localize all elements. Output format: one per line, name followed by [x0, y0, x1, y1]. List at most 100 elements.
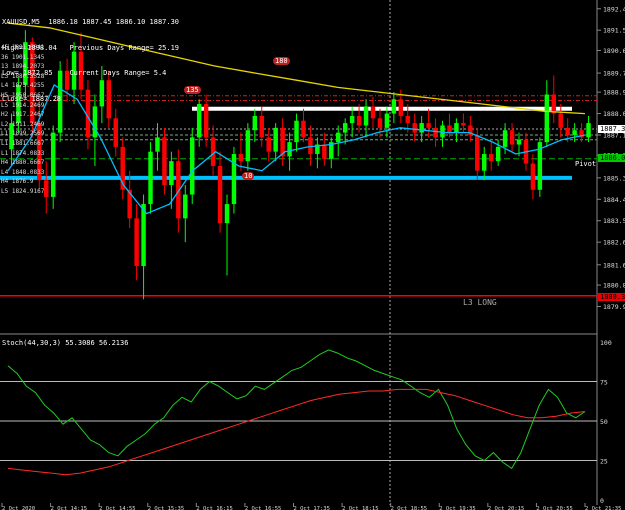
candle-body: [113, 118, 118, 147]
current-days-range: Current Days Range= 5.4: [69, 69, 167, 77]
candle-body: [336, 132, 341, 143]
candle-body: [44, 180, 49, 197]
candle-body: [530, 163, 536, 190]
candle-body: [245, 130, 251, 162]
red-price-tag: 1880.35: [598, 293, 625, 301]
candle-body: [586, 123, 591, 138]
current-price-tag: 1887.30: [598, 125, 625, 133]
candle-body: [141, 204, 146, 266]
prev-days-range: Previous Days Range= 25.19: [69, 43, 180, 52]
candle-body: [405, 115, 410, 124]
stoch-panel: 100 75 50 25 0: [0, 339, 612, 505]
candle-body: [509, 130, 515, 145]
candle-body: [482, 154, 487, 171]
candle-body: [259, 115, 264, 138]
candle-body: [169, 161, 174, 186]
candle-body: [565, 127, 570, 135]
left-level-item: L1 1874.0833: [1, 149, 45, 157]
marker-135: 135: [184, 86, 201, 94]
time-tick-label: 2 Oct 18:55: [391, 506, 427, 510]
time-tick-label: 2 Oct 20:15: [488, 506, 524, 510]
stoch-header: Stoch(44,30,3) 55.3086 56.2136: [2, 339, 129, 347]
green-price-tag: 1886.06: [598, 154, 625, 162]
left-level-item: L1 1881.6667: [1, 139, 45, 147]
symbol-ohlc: XAUUSD,M5 1886.18 1887.45 1886.10 1887.3…: [2, 18, 179, 27]
candle-body: [502, 130, 508, 147]
time-tick-label: 2 Oct 15:35: [148, 506, 184, 510]
pivot-label: Pivot: [575, 160, 597, 168]
left-level-item: L1 1899.2569: [1, 130, 45, 138]
candle-body: [558, 113, 563, 128]
candle-body: [447, 125, 452, 133]
stoch-main-line: [7, 349, 586, 470]
price-tick-label: 1879.90: [603, 303, 625, 311]
time-tick-label: 2 Oct 19:35: [439, 506, 475, 510]
candle-body: [349, 115, 355, 124]
left-level-item: L5 1824.9167: [1, 187, 45, 195]
candle-body: [301, 120, 306, 138]
left-level-item: L4 1848.0833: [1, 168, 45, 176]
candle-body: [572, 130, 577, 135]
candle-body: [551, 94, 556, 114]
candle-body: [363, 106, 369, 126]
candle-body: [266, 137, 271, 152]
candle-body: [148, 151, 153, 205]
candle-body: [308, 137, 313, 155]
candle-body: [224, 204, 230, 224]
price-tick-label: 1891.50: [603, 27, 625, 35]
candle-body: [238, 154, 244, 162]
candle-body: [398, 99, 404, 116]
candle-body: [342, 123, 348, 133]
price-tick-label: 1890.65: [603, 47, 625, 55]
candle-body: [162, 137, 167, 186]
stoch-axis-label: 50: [600, 418, 608, 426]
candle-body: [196, 104, 202, 138]
candle-body: [419, 123, 424, 133]
left-level-item: H4 1876.9: [1, 178, 34, 186]
candle-body: [273, 127, 278, 152]
time-tick-label: 2 Oct 2020: [2, 506, 35, 510]
left-level-item: 36 1901.1345: [1, 53, 45, 61]
time-tick-label: 2 Oct 14:55: [99, 506, 135, 510]
candle-body: [287, 142, 292, 157]
candle-body: [412, 123, 417, 133]
left-level-item: L3 1880.3528: [1, 72, 45, 80]
candle-body: [134, 218, 139, 266]
candle-body: [461, 123, 466, 126]
candle-body: [516, 139, 522, 145]
left-level-item: 13 1894.2073: [1, 63, 45, 71]
candle-body: [183, 194, 188, 219]
candle-body: [190, 137, 195, 195]
price-tick-label: 1880.80: [603, 282, 625, 290]
candle-body: [454, 123, 459, 133]
time-tick-label: 2 Oct 16:15: [196, 506, 232, 510]
candle-body: [377, 118, 383, 128]
candle-body: [384, 113, 390, 128]
left-level-item: H5 1950.0667: [1, 91, 45, 99]
candle-body: [433, 127, 438, 138]
left-level-item: L4 1873.4255: [1, 82, 45, 90]
stoch-axis-label: 0: [600, 497, 604, 505]
time-tick-label: 2 Oct 20:55: [536, 506, 572, 510]
l3-long-label: L3 LONG: [463, 298, 497, 307]
price-tick-label: 1888.90: [603, 89, 625, 97]
left-level-item: L2 1911.2469: [1, 120, 45, 128]
price-tick-label: 1889.70: [603, 70, 625, 78]
price-tick-label: 1892.40: [603, 5, 625, 13]
left-level-list: 45 1891.6641 36 1901.1345 13 1894.2073 L3 1…: [1, 43, 44, 197]
price-tick-label: 1885.30: [603, 174, 625, 182]
candle-body: [210, 137, 216, 166]
ohlc-values: 1886.18 1887.45 1886.10 1887.30: [48, 18, 180, 26]
candle-body: [488, 154, 494, 162]
candle-body: [544, 94, 550, 143]
candle-body: [294, 120, 299, 143]
time-tick-label: 2 Oct 18:15: [342, 506, 378, 510]
price-tick-label: 1881.65: [603, 261, 625, 269]
candle-body: [50, 132, 56, 197]
price-tick-label: 1882.60: [603, 239, 625, 247]
left-level-item: 45 1891.6641: [1, 44, 45, 51]
candle-body: [203, 104, 209, 138]
marker-10: 10: [242, 172, 255, 180]
candle-body: [252, 115, 258, 131]
candle-body: [217, 165, 223, 224]
